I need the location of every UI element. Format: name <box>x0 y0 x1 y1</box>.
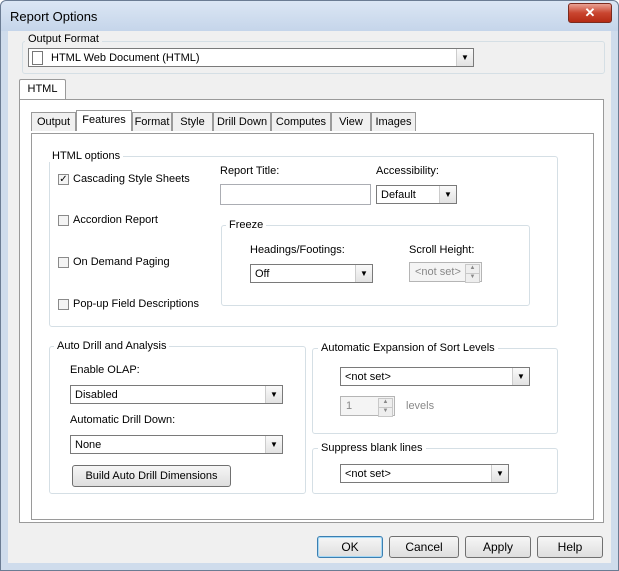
popup-field-descriptions-checkbox[interactable] <box>58 299 69 310</box>
report-title-input[interactable] <box>220 184 371 205</box>
accordion-report-checkbox[interactable] <box>58 215 69 226</box>
tab-format[interactable]: Format <box>132 112 172 131</box>
sort-expansion-value: <not set> <box>345 371 391 383</box>
apply-button[interactable]: Apply <box>465 536 531 558</box>
sort-expansion-label: Automatic Expansion of Sort Levels <box>318 342 498 354</box>
enable-olap-select[interactable]: Disabled ▼ <box>70 385 283 404</box>
tab-features[interactable]: Features <box>76 110 132 131</box>
chevron-down-icon[interactable]: ▼ <box>512 368 529 385</box>
title-bar: Report Options ✕ <box>1 1 618 31</box>
on-demand-paging-checkbox[interactable] <box>58 257 69 268</box>
chevron-down-icon[interactable]: ▼ <box>265 436 282 453</box>
help-button[interactable]: Help <box>537 536 603 558</box>
report-options-window: Report Options ✕ Output Format HTML Web … <box>0 0 619 571</box>
report-title-label: Report Title: <box>220 165 280 177</box>
tab-html[interactable]: HTML <box>19 79 66 101</box>
accordion-report-label: Accordion Report <box>73 214 158 226</box>
output-format-value: HTML Web Document (HTML) <box>51 52 200 64</box>
automatic-drill-down-select[interactable]: None ▼ <box>70 435 283 454</box>
cascading-style-sheets-checkbox[interactable]: ✓ <box>58 174 69 185</box>
accessibility-select[interactable]: Default ▼ <box>376 185 457 204</box>
chevron-down-icon[interactable]: ▼ <box>439 186 456 203</box>
scroll-height-label: Scroll Height: <box>409 244 475 256</box>
cascading-style-sheets-label: Cascading Style Sheets <box>73 173 190 185</box>
cancel-button[interactable]: Cancel <box>389 536 459 558</box>
suppress-blank-label: Suppress blank lines <box>318 442 426 454</box>
output-format-select[interactable]: HTML Web Document (HTML) ▼ <box>28 48 474 67</box>
levels-value: 1 <box>346 400 353 412</box>
html-tab-panel: Output Features Format Style Drill Down … <box>19 99 604 523</box>
enable-olap-label: Enable OLAP: <box>70 364 140 376</box>
automatic-drill-down-value: None <box>75 439 102 451</box>
close-button[interactable]: ✕ <box>568 3 612 23</box>
levels-label: levels <box>406 400 435 412</box>
popup-field-descriptions-label: Pop-up Field Descriptions <box>73 298 199 310</box>
freeze-label: Freeze <box>226 219 267 231</box>
sort-expansion-group <box>312 348 558 434</box>
tab-images[interactable]: Images <box>371 112 416 131</box>
dialog-client: Output Format HTML Web Document (HTML) ▼… <box>8 31 611 563</box>
html-options-label: HTML options <box>49 150 124 162</box>
ok-button[interactable]: OK <box>317 536 383 558</box>
suppress-blank-value: <not set> <box>345 468 391 480</box>
levels-stepper[interactable]: 1 ▲ ▼ <box>340 396 395 417</box>
tab-view[interactable]: View <box>331 112 371 131</box>
sort-expansion-select[interactable]: <not set> ▼ <box>340 367 530 386</box>
build-auto-drill-dimensions-button[interactable]: Build Auto Drill Dimensions <box>72 465 231 487</box>
spin-down-icon[interactable]: ▼ <box>378 407 393 417</box>
headings-footings-value: Off <box>255 268 270 280</box>
enable-olap-value: Disabled <box>75 389 118 401</box>
chevron-down-icon[interactable]: ▼ <box>456 49 473 66</box>
auto-drill-label: Auto Drill and Analysis <box>54 340 170 352</box>
features-tab-strip: Output Features Format Style Drill Down … <box>31 110 591 134</box>
scroll-height-value: <not set> <box>415 266 461 278</box>
tab-drill-down[interactable]: Drill Down <box>213 112 271 131</box>
window-title: Report Options <box>10 9 98 24</box>
output-format-label: Output Format <box>25 33 102 45</box>
automatic-drill-down-label: Automatic Drill Down: <box>70 414 176 426</box>
features-panel: HTML options ✓ Cascading Style Sheets Ac… <box>31 133 594 520</box>
scroll-height-stepper[interactable]: <not set> ▲ ▼ <box>409 262 482 283</box>
spin-down-icon[interactable]: ▼ <box>465 273 480 283</box>
headings-footings-select[interactable]: Off ▼ <box>250 264 373 283</box>
tab-style[interactable]: Style <box>172 112 213 131</box>
chevron-down-icon[interactable]: ▼ <box>265 386 282 403</box>
accessibility-label: Accessibility: <box>376 165 439 177</box>
chevron-down-icon[interactable]: ▼ <box>355 265 372 282</box>
tab-computes[interactable]: Computes <box>271 112 331 131</box>
headings-footings-label: Headings/Footings: <box>250 244 345 256</box>
on-demand-paging-label: On Demand Paging <box>73 256 170 268</box>
accessibility-value: Default <box>381 189 416 201</box>
tab-output[interactable]: Output <box>31 112 76 131</box>
suppress-blank-select[interactable]: <not set> ▼ <box>340 464 509 483</box>
document-icon <box>32 51 43 65</box>
chevron-down-icon[interactable]: ▼ <box>491 465 508 482</box>
